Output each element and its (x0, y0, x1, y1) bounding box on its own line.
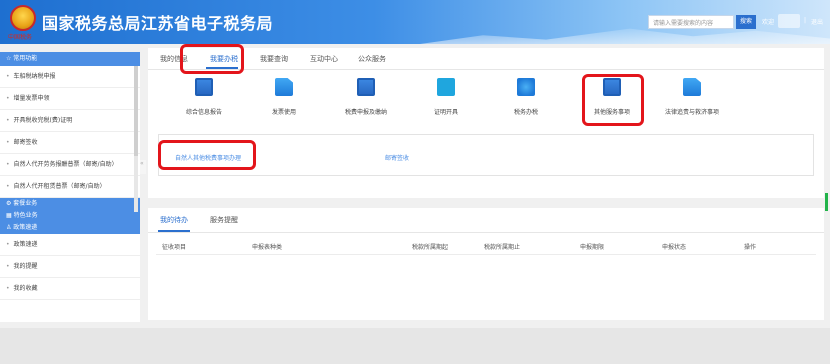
highlight-other-services (582, 74, 644, 126)
logo-subtitle: 中国税务 (8, 34, 33, 41)
submenu-panel: 自然人其他税费事项办理 邮寄签收 (158, 134, 814, 176)
tab-interaction[interactable]: 互动中心 (310, 54, 338, 64)
todo-panel: 我的待办 服务提醒 征收项目 申报表种类 税款所属期起 税款所属期止 申报期限 … (148, 208, 824, 320)
tax-emblem-logo (10, 5, 36, 31)
tab-divider (148, 232, 824, 233)
page-scroll-marker[interactable] (825, 193, 828, 211)
header-separator: | (804, 17, 807, 24)
service-certificate[interactable]: 证明开具 (416, 78, 476, 116)
monitor-chart-icon (195, 78, 213, 96)
main-panel: 我的信息 我要办税 我要查询 互动中心 公众服务 综合信息报告 发票使用 税费申… (148, 48, 824, 198)
sidebar-item-policy[interactable]: 政策速递 (0, 234, 140, 256)
sidebar-header-label: 常用功能 (13, 55, 38, 62)
search-button[interactable]: 搜索 (736, 15, 756, 29)
tab-service-reminder[interactable]: 服务提醒 (210, 215, 238, 225)
column-header: 操作 (744, 244, 757, 251)
column-header: 申报状态 (662, 244, 687, 251)
sidebar: ☆ 常用功能 车船税纳税申报 增量发票申领 开具税收完税(费)证明 邮寄签收 自… (0, 52, 140, 322)
service-label: 证明开具 (433, 109, 458, 116)
highlight-natural-person-link (158, 140, 256, 170)
legal-doc-icon (683, 78, 701, 96)
search-input[interactable]: 请输入需要搜索的内容 (648, 15, 734, 29)
column-header: 税款所属期起 (412, 244, 449, 251)
service-label: 税务办税 (513, 109, 538, 116)
service-legal-remedy[interactable]: 法律追责与救济事项 (662, 78, 722, 116)
invoice-doc-icon (275, 78, 293, 96)
monitor-declare-icon (357, 78, 375, 96)
sidebar-item-vehicle-tax[interactable]: 车船税纳税申报 (0, 66, 140, 88)
service-label: 法律追责与救济事项 (664, 109, 719, 116)
service-comprehensive-report[interactable]: 综合信息报告 (174, 78, 234, 116)
logout-link[interactable]: 退出 (811, 17, 823, 26)
table-header-divider (156, 254, 816, 255)
sidebar-collapse-icon[interactable]: « (140, 160, 146, 174)
sidebar-item-invoice-apply[interactable]: 增量发票申领 (0, 88, 140, 110)
sidebar-group-policy[interactable]: ♙ 政策速递 (0, 222, 140, 234)
sidebar-header[interactable]: ☆ 常用功能 (0, 52, 140, 66)
service-declare-pay[interactable]: 税费申报及缴纳 (336, 78, 396, 116)
column-header: 征收项目 (162, 244, 187, 251)
sidebar-item-mail-receipt[interactable]: 邮寄签收 (0, 132, 140, 154)
group-label: 套餐业务 (13, 200, 38, 207)
service-tax-handling[interactable]: 税务办税 (496, 78, 556, 116)
service-invoice-use[interactable]: 发票使用 (254, 78, 314, 116)
page-footer (0, 328, 830, 364)
highlight-tab-do-tax (180, 44, 244, 74)
group-label: 政策速递 (13, 224, 38, 231)
site-title: 国家税务总局江苏省电子税务局 (42, 14, 274, 33)
user-name-redacted (778, 14, 800, 28)
sidebar-item-lease-invoice[interactable]: 自然人代开租赁普票（邮寄/自助） (0, 176, 140, 198)
service-label: 税费申报及缴纳 (344, 109, 387, 116)
column-header: 申报表种类 (252, 244, 283, 251)
sidebar-item-favorites[interactable]: 我的收藏 (0, 278, 140, 300)
service-label: 综合信息报告 (185, 109, 222, 116)
globe-icon (517, 78, 535, 96)
tab-query[interactable]: 我要查询 (260, 54, 288, 64)
tab-public-service[interactable]: 公众服务 (358, 54, 386, 64)
sidebar-item-labor-invoice[interactable]: 自然人代开劳务报酬普票（邮寄/自助） (0, 154, 140, 176)
column-header: 申报期限 (580, 244, 605, 251)
service-label: 发票使用 (271, 109, 296, 116)
certificate-icon (437, 78, 455, 96)
group-label: 特色业务 (13, 212, 38, 219)
tab-my-todo[interactable]: 我的待办 (160, 215, 188, 225)
link-mail-receipt[interactable]: 邮寄签收 (385, 153, 409, 162)
sidebar-item-reminders[interactable]: 我的提醒 (0, 256, 140, 278)
site-header: 中国税务 国家税务总局江苏省电子税务局 请输入需要搜索的内容 搜索 欢迎 | 退… (0, 0, 830, 44)
sidebar-item-tax-certificate[interactable]: 开具税收完税(费)证明 (0, 110, 140, 132)
tab-divider (148, 69, 824, 70)
sidebar-group-package[interactable]: ⚙ 套餐业务 (0, 198, 140, 210)
sidebar-group-special[interactable]: ▦ 特色业务 (0, 210, 140, 222)
column-header: 税款所属期止 (484, 244, 521, 251)
welcome-text: 欢迎 (762, 19, 775, 26)
sidebar-scrollbar-thumb[interactable] (134, 66, 138, 156)
